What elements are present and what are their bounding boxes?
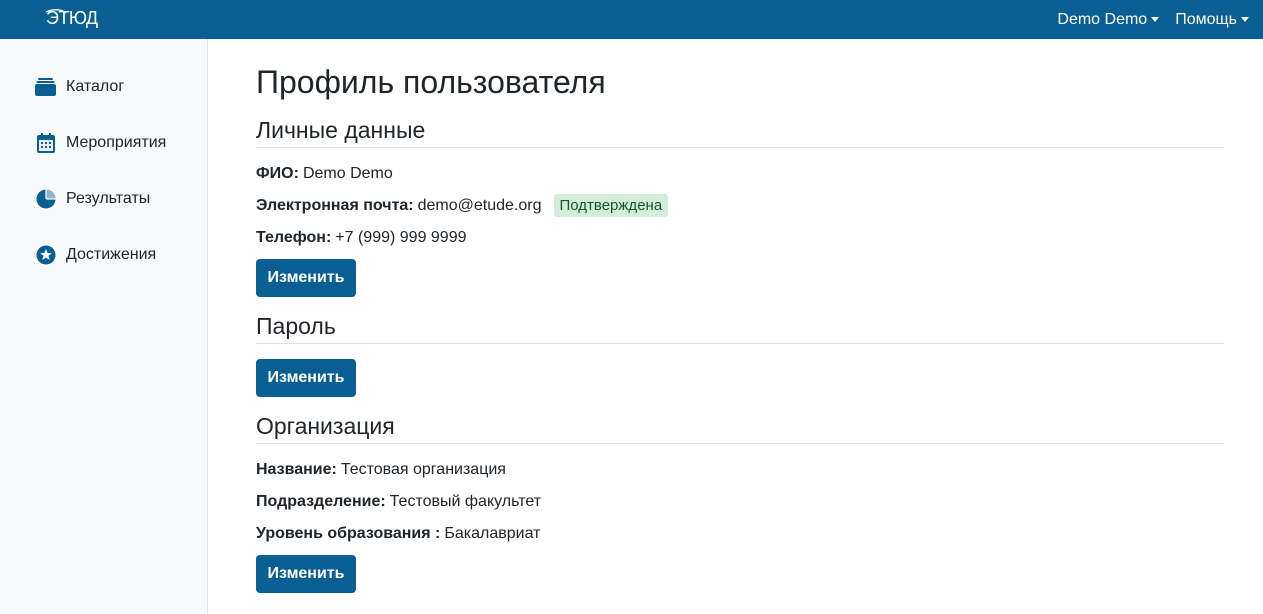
sidebar-item-catalog[interactable]: Каталог <box>35 75 124 99</box>
education-level-label: Уровень образования : <box>256 525 441 542</box>
division-label: Подразделение: <box>256 493 386 510</box>
user-menu-label: Demo Demo <box>1057 10 1148 28</box>
caret-down-icon <box>1151 17 1160 22</box>
sidebar: Каталог Мероприятия Результаты Достижени… <box>0 39 208 614</box>
email-row: Электронная почта: demo@etude.org Подтве… <box>256 194 669 217</box>
fio-label: ФИО: <box>256 165 299 182</box>
sidebar-item-results[interactable]: Результаты <box>35 187 150 211</box>
education-level-value: Бакалавриат <box>444 525 541 542</box>
help-menu-label: Помощь <box>1175 10 1237 28</box>
education-level-row: Уровень образования : Бакалавриат <box>256 525 540 543</box>
sidebar-item-events[interactable]: Мероприятия <box>35 131 166 155</box>
sidebar-item-label: Мероприятия <box>66 134 167 151</box>
phone-row: Телефон: +7 (999) 999 9999 <box>256 229 467 247</box>
logo-text: ЭТЮД <box>46 8 98 28</box>
top-navbar: Demo Demo Помощь <box>0 0 1263 39</box>
fio-value: Demo Demo <box>302 165 393 182</box>
calendar-icon <box>35 133 56 154</box>
phone-label: Телефон: <box>256 229 332 246</box>
sidebar-item-label: Каталог <box>66 78 125 95</box>
caret-down-icon <box>1241 17 1249 22</box>
section-title-personal: Личные данные <box>256 117 1224 148</box>
edit-password-button[interactable]: Изменить <box>256 359 356 397</box>
page-title: Профиль пользователя <box>256 64 606 100</box>
org-name-row: Название: Тестовая организация <box>256 461 506 479</box>
org-name-label: Название: <box>256 461 337 478</box>
sidebar-item-label: Достижения <box>66 246 157 263</box>
division-value: Тестовый факультет <box>389 493 542 510</box>
sidebar-item-achievements[interactable]: Достижения <box>35 243 156 267</box>
email-label: Электронная почта: <box>256 196 414 214</box>
edit-personal-button[interactable]: Изменить <box>256 259 356 297</box>
phone-value: +7 (999) 999 9999 <box>335 229 467 246</box>
star-circle-icon <box>35 245 56 266</box>
user-menu[interactable]: Demo Demo <box>1057 10 1160 29</box>
help-menu[interactable]: Помощь <box>1175 11 1249 29</box>
email-value: demo@etude.org <box>417 196 542 214</box>
status-badge: Подтверждена <box>553 194 669 217</box>
pie-chart-icon <box>35 189 56 210</box>
org-name-value: Тестовая организация <box>340 461 506 478</box>
inbox-icon <box>35 77 56 98</box>
division-row: Подразделение: Тестовый факультет <box>256 493 541 511</box>
fio-row: ФИО: Demo Demo <box>256 165 393 183</box>
section-title-password: Пароль <box>256 313 1224 344</box>
section-title-organization: Организация <box>256 413 1224 444</box>
edit-organization-button[interactable]: Изменить <box>256 555 356 593</box>
sidebar-item-label: Результаты <box>66 190 151 207</box>
